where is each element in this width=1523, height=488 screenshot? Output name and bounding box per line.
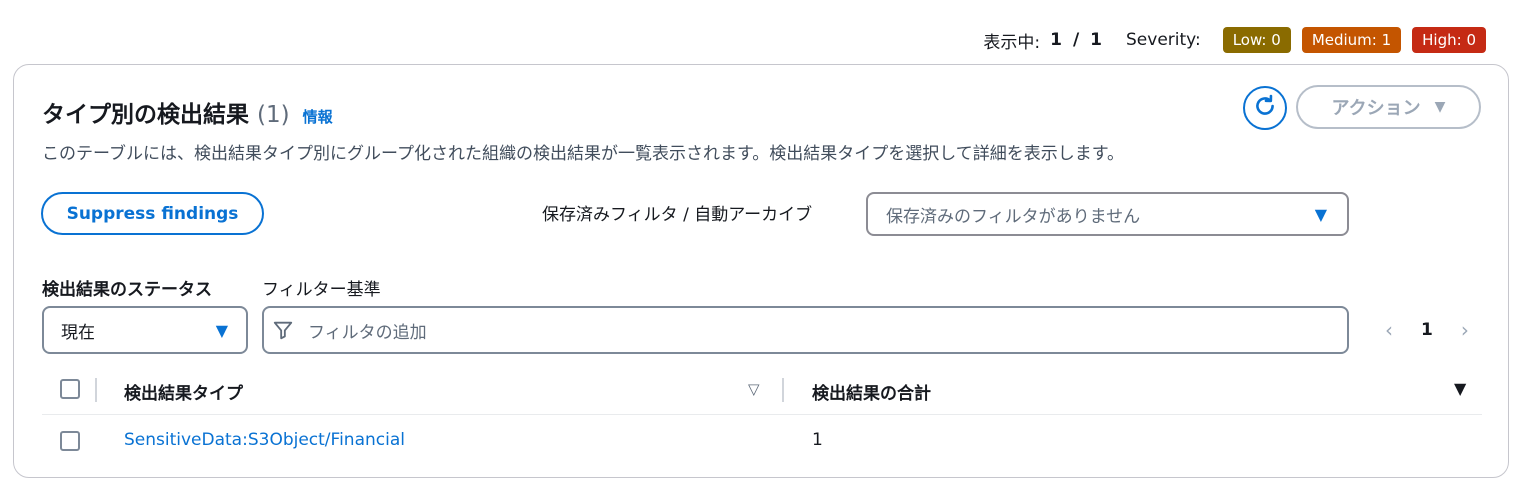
severity-low-badge: Low: 0 [1222, 27, 1291, 53]
column-divider [782, 378, 784, 402]
panel-count: (1) [257, 102, 290, 128]
showing-current: 1 [1050, 30, 1062, 50]
caret-down-icon: ▼ [1314, 205, 1327, 224]
filter-icon [272, 319, 294, 341]
caret-down-icon: ▼ [215, 321, 228, 340]
finding-type-link[interactable]: SensitiveData:S3Object/Financial [124, 430, 405, 450]
sort-icon[interactable]: ▽ [748, 380, 760, 398]
panel-header: タイプ別の検出結果 (1) 情報 [42, 95, 333, 129]
showing-total: 1 [1090, 30, 1103, 50]
suppress-findings-button[interactable]: Suppress findings [41, 192, 264, 235]
column-header-total[interactable]: 検出結果の合計 [812, 379, 931, 404]
page-number[interactable]: 1 [1421, 320, 1433, 340]
previous-page-icon[interactable]: ‹ [1379, 318, 1399, 342]
pagination: ‹ 1 › [1379, 318, 1475, 342]
info-link[interactable]: 情報 [303, 106, 333, 127]
saved-filter-label: 保存済みフィルタ / 自動アーカイブ [542, 205, 813, 225]
showing-label: 表示中: [983, 32, 1041, 53]
severity-high-badge: High: 0 [1412, 27, 1486, 53]
findings-table: 検出結果タイプ ▽ 検出結果の合計 ▼ SensitiveData:S3Obje… [42, 367, 1482, 467]
severity-label: Severity: [1126, 30, 1201, 50]
saved-filter-placeholder: 保存済みのフィルタがありません [886, 206, 1141, 227]
row-checkbox[interactable] [60, 431, 80, 451]
showing-separator: / [1072, 30, 1080, 50]
actions-dropdown-button[interactable]: アクション ▼ [1296, 85, 1481, 129]
filter-criteria-label: フィルター基準 [262, 280, 381, 300]
column-header-type[interactable]: 検出結果タイプ [124, 379, 243, 404]
finding-total: 1 [812, 430, 823, 450]
select-all-checkbox[interactable] [60, 379, 80, 399]
status-select[interactable]: 現在 ▼ [42, 306, 248, 354]
sort-descending-icon[interactable]: ▼ [1454, 379, 1466, 398]
saved-filter-select[interactable]: 保存済みのフィルタがありません ▼ [866, 192, 1349, 236]
status-value: 現在 [61, 322, 95, 343]
column-divider [95, 378, 97, 402]
severity-medium-badge: Medium: 1 [1301, 27, 1402, 53]
findings-summary-bar: 表示中: 1 / 1 Severity: Low: 0 Medium: 1 Hi… [983, 26, 1486, 54]
next-page-icon[interactable]: › [1455, 318, 1475, 342]
refresh-icon [1252, 93, 1278, 123]
panel-title: タイプ別の検出結果 [42, 102, 249, 128]
table-header: 検出結果タイプ ▽ 検出結果の合計 ▼ [42, 367, 1482, 415]
filter-placeholder: フィルタの追加 [308, 322, 427, 343]
status-label: 検出結果のステータス [42, 280, 212, 300]
caret-down-icon: ▼ [1434, 99, 1446, 115]
panel-description: このテーブルには、検出結果タイプ別にグループ化された組織の検出結果が一覧表示され… [42, 144, 1125, 164]
table-row: SensitiveData:S3Object/Financial 1 [42, 415, 1482, 467]
actions-label: アクション [1331, 98, 1421, 119]
refresh-button[interactable] [1243, 86, 1287, 130]
filter-input[interactable]: フィルタの追加 [262, 306, 1349, 354]
findings-by-type-panel: タイプ別の検出結果 (1) 情報 アクション ▼ このテーブルには、検出結果タイ… [13, 64, 1509, 478]
